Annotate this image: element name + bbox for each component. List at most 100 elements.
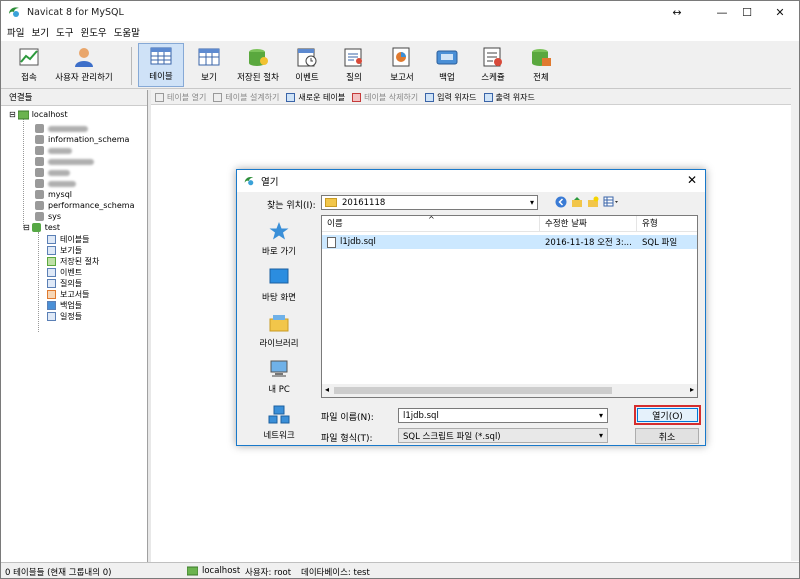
place-libraries[interactable]: 라이브러리 bbox=[243, 309, 315, 355]
chevron-down-icon[interactable]: ▾ bbox=[599, 411, 603, 420]
places-bar: 바로 가기 바탕 화면 라이브러리 내 PC 네트워크 bbox=[243, 217, 315, 441]
tree-item-reports[interactable]: 보고서들 bbox=[47, 289, 89, 300]
database-label-blurred bbox=[48, 158, 94, 165]
tree-item-tables[interactable]: 테이블들 bbox=[47, 234, 89, 245]
event-button[interactable]: 이벤트 bbox=[285, 43, 329, 87]
file-row[interactable]: l1jdb.sql 2016-11-18 오전 3:... SQL 파일 bbox=[322, 235, 697, 249]
menu-help[interactable]: 도움말 bbox=[114, 25, 140, 39]
query-icon bbox=[344, 48, 362, 67]
tree-item-label: 저장된 절차 bbox=[60, 257, 100, 266]
menu-window[interactable]: 윈도우 bbox=[80, 25, 106, 39]
collapse-icon[interactable]: ⊟ bbox=[9, 110, 16, 119]
scroll-right-icon[interactable]: ▸ bbox=[690, 385, 694, 394]
database-item[interactable] bbox=[35, 123, 88, 134]
database-label-blurred bbox=[48, 147, 72, 154]
place-network[interactable]: 네트워크 bbox=[243, 401, 315, 447]
view-menu-icon[interactable] bbox=[603, 196, 619, 208]
tree-item-backups[interactable]: 백업들 bbox=[47, 300, 82, 311]
toolbar-separator bbox=[131, 47, 132, 85]
database-item[interactable]: mysql bbox=[35, 189, 72, 200]
user-manager-icon bbox=[75, 48, 93, 67]
procedures-icon bbox=[47, 257, 56, 266]
tree-item-queries[interactable]: 질의들 bbox=[47, 278, 82, 289]
report-button[interactable]: 보고서 bbox=[379, 43, 425, 87]
file-name-cell: l1jdb.sql bbox=[322, 236, 540, 248]
database-icon bbox=[35, 168, 44, 177]
schedule-button[interactable]: 스케쥴 bbox=[471, 43, 515, 87]
connections-panel: 연결들 ⊟ localhost information_schema mysql… bbox=[1, 90, 148, 562]
column-date-label: 수정한 날짜 bbox=[545, 219, 587, 229]
menu-view[interactable]: 보기 bbox=[31, 25, 48, 39]
export-wizard-label: 출력 위자드 bbox=[495, 92, 535, 102]
database-icon bbox=[35, 201, 44, 210]
look-in-dropdown[interactable]: 20161118 ▾ bbox=[321, 195, 538, 210]
column-header-type[interactable]: 유형 bbox=[637, 216, 697, 231]
design-table-button[interactable]: 테이블 설계하기 bbox=[213, 92, 279, 103]
open-table-button[interactable]: 테이블 열기 bbox=[155, 92, 206, 103]
column-header-name[interactable]: 이름 ^ bbox=[322, 215, 540, 231]
procedure-button[interactable]: 저장된 절차 bbox=[233, 43, 283, 87]
connection-label: 접속 bbox=[21, 73, 37, 83]
view-button[interactable]: 보기 bbox=[187, 43, 231, 87]
back-icon[interactable] bbox=[555, 196, 567, 208]
tree-line bbox=[23, 116, 24, 228]
status-bar: 0 테이블들 (현재 그룹내의 0) localhost 사용자: root 데… bbox=[1, 562, 799, 578]
network-icon bbox=[268, 405, 290, 424]
up-folder-icon[interactable] bbox=[571, 196, 583, 208]
database-icon bbox=[35, 212, 44, 221]
tree-item-procedures[interactable]: 저장된 절차 bbox=[47, 256, 99, 267]
user-manager-button[interactable]: 사용자 관리하기 bbox=[51, 43, 117, 87]
database-item[interactable]: information_schema bbox=[35, 134, 129, 145]
window-scrollbar[interactable] bbox=[791, 41, 799, 561]
menu-tools[interactable]: 도구 bbox=[56, 25, 73, 39]
database-item[interactable] bbox=[35, 145, 72, 156]
cancel-button[interactable]: 취소 bbox=[635, 428, 699, 444]
place-quick-access[interactable]: 바로 가기 bbox=[243, 217, 315, 263]
file-list-hscrollbar[interactable]: ◂ ▸ bbox=[322, 384, 697, 397]
database-item[interactable] bbox=[35, 167, 70, 178]
query-button[interactable]: 질의 bbox=[333, 43, 375, 87]
export-wizard-button[interactable]: 출력 위자드 bbox=[483, 92, 535, 103]
table-button[interactable]: 테이블 bbox=[138, 43, 184, 87]
place-label: 바탕 화면 bbox=[262, 293, 296, 303]
database-icon bbox=[35, 146, 44, 155]
scroll-thumb[interactable] bbox=[334, 387, 612, 394]
database-item[interactable] bbox=[35, 178, 76, 189]
file-list: 이름 ^ 수정한 날짜 유형 l1jdb.sql 2016-11-18 오전 3:… bbox=[321, 215, 698, 398]
database-test[interactable]: ⊟ test bbox=[23, 222, 60, 233]
star-icon bbox=[269, 222, 289, 240]
filetype-select[interactable]: SQL 스크립트 파일 (*.sql) ▾ bbox=[398, 428, 608, 443]
open-button[interactable]: 열기(O) bbox=[634, 405, 701, 425]
collapse-icon[interactable]: ⊟ bbox=[23, 223, 30, 232]
title-bar: Navicat 8 for MySQL ↔ — ☐ ✕ bbox=[1, 1, 799, 23]
column-type-label: 유형 bbox=[642, 219, 658, 229]
new-table-button[interactable]: 새로운 테이블 bbox=[286, 92, 345, 103]
scroll-left-icon[interactable]: ◂ bbox=[325, 385, 329, 394]
tree-item-label: 테이블들 bbox=[60, 235, 90, 244]
import-wizard-button[interactable]: 입력 위자드 bbox=[425, 92, 477, 103]
server-icon bbox=[17, 110, 29, 119]
all-button[interactable]: 전체 bbox=[519, 43, 563, 87]
tree-item-events[interactable]: 이벤트 bbox=[47, 267, 82, 278]
database-item[interactable] bbox=[35, 156, 94, 167]
database-item[interactable]: performance_schema bbox=[35, 200, 135, 211]
menu-file[interactable]: 파일 bbox=[7, 25, 24, 39]
place-desktop[interactable]: 바탕 화면 bbox=[243, 263, 315, 309]
column-header-date[interactable]: 수정한 날짜 bbox=[540, 216, 637, 231]
tree-item-views[interactable]: 보기들 bbox=[47, 245, 82, 256]
file-list-header: 이름 ^ 수정한 날짜 유형 bbox=[322, 215, 697, 232]
delete-table-button[interactable]: 테이블 삭제하기 bbox=[352, 92, 418, 103]
close-button[interactable]: ✕ bbox=[759, 1, 800, 23]
tree-item-schedules[interactable]: 일정들 bbox=[47, 311, 82, 322]
open-table-icon bbox=[155, 92, 164, 102]
backup-button[interactable]: 백업 bbox=[427, 43, 467, 87]
connection-button[interactable]: 접속 bbox=[9, 43, 49, 87]
place-this-pc[interactable]: 내 PC bbox=[243, 355, 315, 401]
dialog-close-button[interactable]: ✕ bbox=[687, 173, 697, 187]
database-item[interactable]: sys bbox=[35, 211, 61, 222]
connection-localhost[interactable]: ⊟ localhost bbox=[9, 109, 68, 120]
database-open-icon bbox=[31, 223, 41, 232]
filename-input[interactable]: l1jdb.sql ▾ bbox=[398, 408, 608, 423]
object-toolbar: 테이블 열기 테이블 설계하기 새로운 테이블 테이블 삭제하기 입력 위자드 … bbox=[151, 90, 799, 105]
new-folder-icon[interactable] bbox=[587, 196, 599, 208]
